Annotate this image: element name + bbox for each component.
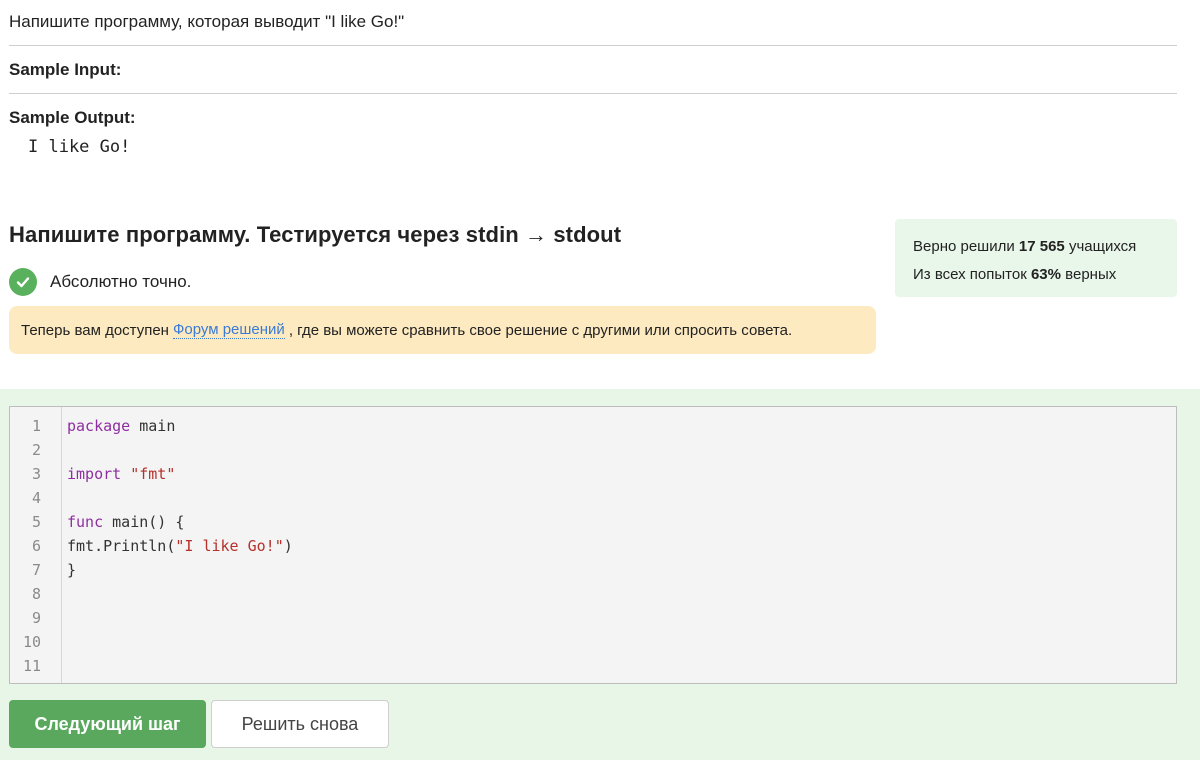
divider	[9, 93, 1177, 94]
code-line[interactable]: package main	[67, 414, 1176, 438]
code-line[interactable]: import "fmt"	[67, 462, 1176, 486]
line-number: 2	[31, 441, 41, 459]
notice-text-after: , где вы можете сравнить свое решение с …	[288, 321, 793, 339]
task-text: Напишите программу, которая выводит "I l…	[9, 12, 405, 31]
code-editor[interactable]: 1 2 3 4 5 6 7 8 9 10 11 package main imp…	[9, 406, 1177, 684]
line-number: 11	[22, 657, 41, 675]
line-number: 3	[31, 465, 41, 483]
string-literal: "I like Go!"	[175, 537, 284, 555]
keyword: func	[67, 513, 104, 531]
code-token: fmt.Println(	[67, 537, 176, 555]
code-line[interactable]: }	[67, 558, 1176, 582]
step-title: Напишите программу. Тестируется через st…	[9, 222, 622, 247]
string-literal: "fmt"	[130, 465, 176, 483]
code-line[interactable]: fmt.Println("I like Go!")	[67, 534, 1176, 558]
line-number: 9	[31, 609, 41, 627]
status-text: Абсолютно точно.	[50, 272, 192, 291]
code-line[interactable]	[67, 654, 1176, 678]
line-number: 1	[31, 417, 41, 435]
stats-attempts-prefix: Из всех попыток	[913, 266, 1027, 283]
line-number: 5	[31, 513, 41, 531]
code-token: )	[283, 537, 293, 555]
line-number: 7	[31, 561, 41, 579]
notice-text-before: Теперь вам доступен	[21, 321, 169, 339]
next-step-button[interactable]: Следующий шаг	[9, 700, 206, 748]
line-number: 6	[31, 537, 41, 555]
forum-notice: Теперь вам доступен Форум решений , где …	[9, 306, 876, 354]
sample-input-label: Sample Input:	[9, 60, 122, 79]
status-line: Абсолютно точно.	[9, 268, 191, 296]
keyword: package	[67, 417, 131, 435]
stats-attempts-percent: 63%	[1030, 266, 1061, 283]
code-line[interactable]	[67, 438, 1176, 462]
solve-again-button[interactable]: Решить снова	[211, 700, 389, 748]
stats-panel: Верно решили 17 565 учащихся Из всех поп…	[895, 219, 1177, 297]
code-line[interactable]: func main() {	[67, 510, 1176, 534]
stats-solved-line: Верно решили 17 565 учащихся	[913, 233, 1159, 261]
check-circle-icon	[9, 268, 37, 296]
sample-output-label: Sample Output:	[9, 108, 136, 127]
forum-link[interactable]: Форум решений	[172, 321, 285, 339]
stats-solved-count: 17 565	[1018, 238, 1065, 255]
keyword: import	[67, 465, 122, 483]
line-number-gutter: 1 2 3 4 5 6 7 8 9 10 11	[10, 407, 62, 683]
line-number: 8	[31, 585, 41, 603]
code-line[interactable]	[67, 582, 1176, 606]
code-line[interactable]	[67, 606, 1176, 630]
line-number: 10	[22, 633, 41, 651]
line-number: 4	[31, 489, 41, 507]
stats-solved-suffix: учащихся	[1068, 238, 1137, 255]
code-line[interactable]	[67, 486, 1176, 510]
code-token: main	[130, 417, 176, 435]
editor-zone: 1 2 3 4 5 6 7 8 9 10 11 package main imp…	[0, 389, 1200, 760]
code-area[interactable]: package main import "fmt" func main() { …	[62, 407, 1176, 683]
stats-attempts-line: Из всех попыток 63% верных	[913, 261, 1159, 289]
divider	[9, 45, 1177, 46]
stats-attempts-suffix: верных	[1065, 266, 1117, 283]
code-line[interactable]	[67, 630, 1176, 654]
code-token: }	[67, 561, 77, 579]
sample-output-value: I like Go!	[28, 137, 131, 157]
stats-solved-prefix: Верно решили	[913, 238, 1015, 255]
code-token: main() {	[103, 513, 185, 531]
